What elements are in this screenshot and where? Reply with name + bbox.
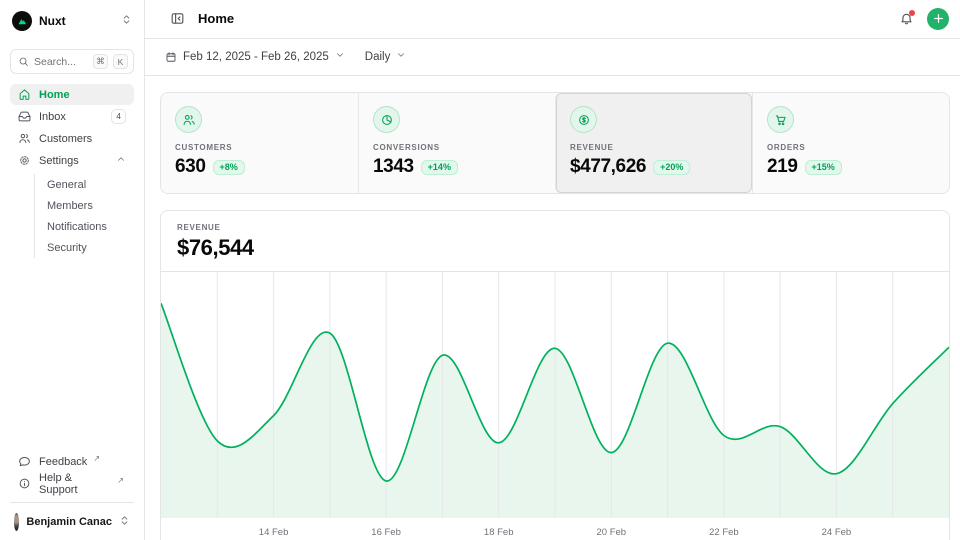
revenue-area-chart: 14 Feb 16 Feb 18 Feb 20 Feb 22 Feb 24 Feb (161, 272, 949, 540)
users-icon (175, 106, 202, 133)
sidebar-item-label: Feedback (39, 456, 87, 468)
page-title: Home (198, 11, 234, 26)
chart-header: REVENUE $76,544 (161, 211, 949, 272)
search-input[interactable]: Search... ⌘ K (10, 49, 134, 74)
svg-text:16 Feb: 16 Feb (371, 527, 401, 538)
content: CUSTOMERS 630 +8% CONVERSIONS 1343 +14% (145, 76, 960, 540)
chart-plot-area[interactable]: 14 Feb 16 Feb 18 Feb 20 Feb 22 Feb 24 Feb (161, 272, 949, 540)
sidebar-item-home[interactable]: Home (10, 84, 134, 105)
chevron-down-icon (335, 50, 345, 63)
sidebar-item-members[interactable]: Members (47, 195, 134, 216)
collapse-sidebar-button[interactable] (165, 7, 189, 31)
revenue-chart-card: REVENUE $76,544 14 Feb 16 Feb 18 Feb 20 Feb… (160, 210, 950, 540)
sidebar-item-label: Home (39, 89, 70, 101)
panel-left-close-icon (170, 11, 185, 26)
svg-text:24 Feb: 24 Feb (822, 527, 852, 538)
stat-delta-badge: +8% (213, 160, 245, 175)
chat-bubble-icon (18, 455, 31, 468)
search-icon (18, 56, 29, 67)
sidebar-item-inbox[interactable]: Inbox 4 (10, 106, 134, 127)
sidebar-item-help-support[interactable]: Help & Support ↗ (10, 473, 134, 494)
sidebar-item-general[interactable]: General (47, 174, 134, 195)
topbar: Home (145, 0, 960, 39)
avatar (14, 513, 19, 531)
sidebar-item-label: Help & Support (39, 472, 111, 496)
external-link-icon: ↗ (117, 476, 124, 485)
chart-metric-label: REVENUE (177, 223, 933, 232)
chevrons-up-down-icon (121, 12, 132, 30)
date-range-picker[interactable]: Feb 12, 2025 - Feb 26, 2025 (165, 50, 345, 63)
stat-value: 1343 (373, 156, 414, 178)
filters-toolbar: Feb 12, 2025 - Feb 26, 2025 Daily (145, 39, 960, 76)
stat-label: CUSTOMERS (175, 143, 344, 152)
shopping-cart-icon (767, 106, 794, 133)
stat-card-customers[interactable]: CUSTOMERS 630 +8% (161, 93, 358, 193)
sidebar-item-settings[interactable]: Settings (10, 150, 134, 171)
stat-delta-badge: +15% (805, 160, 842, 175)
gear-icon (18, 154, 31, 167)
dollar-circle-icon (570, 106, 597, 133)
user-block: Benjamin Canac (10, 502, 134, 534)
calendar-icon (165, 51, 177, 63)
user-menu[interactable]: Benjamin Canac (10, 510, 134, 534)
stat-card-conversions[interactable]: CONVERSIONS 1343 +14% (358, 93, 555, 193)
stat-label: ORDERS (767, 143, 935, 152)
chevron-down-icon (396, 50, 406, 63)
sidebar-item-security[interactable]: Security (47, 237, 134, 258)
svg-text:18 Feb: 18 Feb (484, 527, 514, 538)
sidebar-item-notifications[interactable]: Notifications (47, 216, 134, 237)
chevron-up-icon (116, 154, 126, 167)
stat-value: 630 (175, 156, 206, 178)
kbd-k: K (113, 54, 128, 69)
main-panel: Home Feb 12, 2025 - Feb 26, 2025 (145, 0, 960, 540)
notifications-button[interactable] (894, 7, 918, 31)
sidebar: Nuxt Search... ⌘ K Home Inbox (0, 0, 145, 540)
kbd-meta: ⌘ (93, 54, 108, 69)
period-label: Daily (365, 51, 391, 63)
date-range-label: Feb 12, 2025 - Feb 26, 2025 (183, 51, 329, 63)
notification-dot (909, 10, 915, 16)
stat-delta-badge: +14% (421, 160, 458, 175)
workspace-switcher[interactable]: Nuxt (10, 10, 134, 32)
stat-label: REVENUE (570, 143, 738, 152)
inbox-count-badge: 4 (111, 109, 126, 123)
sidebar-top: Nuxt Search... ⌘ K Home Inbox (10, 10, 134, 260)
home-icon (18, 88, 31, 101)
workspace-name: Nuxt (39, 14, 114, 28)
sidebar-item-label: Inbox (39, 111, 66, 123)
search-placeholder: Search... (34, 56, 88, 68)
sidebar-item-customers[interactable]: Customers (10, 128, 134, 149)
stat-label: CONVERSIONS (373, 143, 541, 152)
app-window: Nuxt Search... ⌘ K Home Inbox (0, 0, 960, 540)
stat-value: 219 (767, 156, 798, 178)
external-link-icon: ↗ (93, 454, 100, 463)
nuxt-logo-icon (12, 11, 32, 31)
inbox-icon (18, 110, 31, 123)
svg-text:14 Feb: 14 Feb (259, 527, 289, 538)
settings-sub-menu: General Members Notifications Security (34, 174, 134, 258)
sidebar-nav: Home Inbox 4 Customers Settings (10, 84, 134, 260)
plus-icon (932, 12, 945, 25)
sidebar-footer: Feedback ↗ Help & Support ↗ Benjamin Can… (10, 451, 134, 534)
user-name: Benjamin Canac (26, 516, 112, 528)
sidebar-item-feedback[interactable]: Feedback ↗ (10, 451, 134, 472)
sidebar-item-label: Customers (39, 133, 92, 145)
sidebar-item-label: Settings (39, 155, 79, 167)
svg-text:20 Feb: 20 Feb (597, 527, 627, 538)
stat-card-orders[interactable]: ORDERS 219 +15% (752, 93, 949, 193)
stat-delta-badge: +20% (653, 160, 690, 175)
stat-card-revenue[interactable]: REVENUE $477,626 +20% (555, 93, 752, 193)
info-circle-icon (18, 477, 31, 490)
pie-chart-icon (373, 106, 400, 133)
chevrons-up-down-icon (119, 513, 130, 531)
stat-value: $477,626 (570, 156, 646, 178)
add-button[interactable] (927, 8, 949, 30)
stats-row: CUSTOMERS 630 +8% CONVERSIONS 1343 +14% (160, 92, 950, 194)
chart-metric-value: $76,544 (177, 235, 933, 261)
period-select[interactable]: Daily (365, 50, 407, 63)
svg-text:22 Feb: 22 Feb (709, 527, 739, 538)
users-icon (18, 132, 31, 145)
